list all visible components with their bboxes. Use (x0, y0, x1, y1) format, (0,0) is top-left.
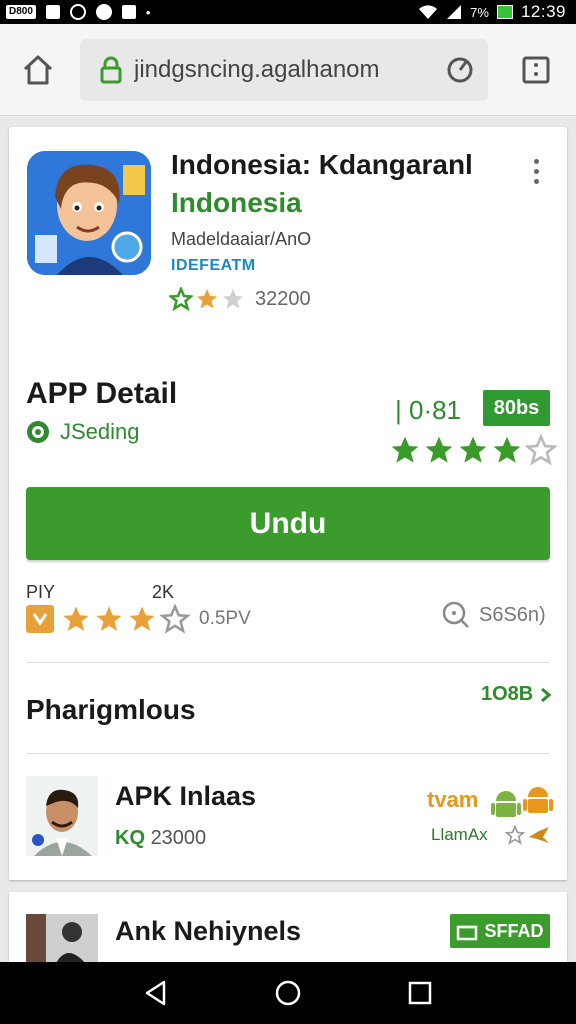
star-filled-icon (197, 289, 217, 309)
sync-icon (69, 4, 86, 20)
app-icon[interactable] (27, 151, 151, 275)
size-badge: 80bs (483, 390, 550, 426)
meta-search[interactable]: S6S6n) (441, 600, 546, 630)
star-outline-green-icon (169, 287, 193, 311)
list-item-sub-tag: LlamAx (431, 825, 488, 844)
status-badge: D800 (6, 5, 36, 19)
star-outline-icon (160, 604, 190, 634)
box-icon (457, 925, 478, 941)
detail-heading: APP Detail (26, 377, 178, 410)
image-icon (121, 5, 136, 19)
record-icon (95, 4, 112, 20)
star-outline-icon (505, 825, 525, 845)
android-icon (491, 791, 521, 817)
detail-status-text: JSeding (60, 419, 140, 444)
list-item-meta: KQ 23000 (115, 827, 206, 850)
home-icon (23, 55, 53, 84)
list-item-tag: tvam (427, 787, 479, 812)
android-orange-icon (523, 787, 553, 813)
radio-on-icon (27, 421, 49, 443)
app-rating: 32200 (169, 287, 311, 311)
wifi-icon (419, 5, 438, 19)
recents-button[interactable] (396, 969, 444, 1017)
dot-icon (533, 178, 539, 184)
list-item-badges: tvam LlamAx (421, 787, 553, 857)
system-nav-bar (0, 962, 576, 1024)
star-filled-icon (129, 606, 155, 631)
list-item-title[interactable]: Ank Nehiynels (115, 916, 301, 947)
star-filled-green-icon (391, 436, 419, 463)
divider (26, 662, 550, 663)
status-time: 12:39 (520, 2, 566, 21)
star-empty-icon (223, 289, 243, 309)
app-developer[interactable]: Madeldaaiar/AnO (171, 229, 311, 250)
detail-stars (389, 434, 557, 466)
browser-menu-button[interactable] (508, 42, 564, 98)
more-notifications-icon: • (145, 4, 151, 20)
meta-search-text: S6S6n) (479, 603, 546, 626)
back-button[interactable] (132, 969, 180, 1017)
card2-action-badge[interactable]: SFFAD (450, 914, 550, 948)
star-filled-icon (63, 606, 89, 631)
app-title: Indonesia: Kdangaranl (171, 149, 473, 180)
signal-icon (447, 5, 462, 19)
bird-icon (529, 827, 549, 843)
star-filled-green-icon (493, 436, 521, 463)
browser-toolbar: jindgsncing.agalhanom (0, 24, 576, 116)
chevron-right-icon (541, 687, 552, 702)
app-subtitle: Indonesia (171, 187, 302, 218)
app-character-icon (27, 151, 151, 275)
status-notifications: D800 • (6, 4, 150, 20)
back-triangle-icon (145, 980, 166, 1006)
detail-status: JSeding (26, 419, 140, 445)
home-button[interactable] (10, 42, 66, 98)
meta-rating-text: 0.5PV (199, 608, 251, 629)
status-system: 7% 12:39 (418, 2, 566, 22)
recents-square-icon (408, 981, 432, 1005)
reload-icon[interactable] (444, 54, 476, 86)
battery-icon (496, 5, 513, 19)
list-item-meta-key: KQ (115, 827, 145, 849)
dot-icon (533, 168, 539, 174)
meta-rating: 0.5PV (26, 604, 251, 634)
status-bar: D800 • 7% 12:39 (0, 0, 576, 24)
meta-label-left: PIY (26, 582, 56, 602)
rating-count: 32200 (255, 287, 311, 310)
detail-number: | 0·81 (395, 395, 462, 425)
meta-label-right: 2K (152, 582, 175, 602)
url-text: jindgsncing.agalhanom (134, 55, 380, 83)
download-button[interactable]: Undu (26, 487, 550, 560)
lock-icon (98, 55, 124, 85)
search-icon (442, 601, 469, 628)
card2-badge-text: SFFAD (484, 920, 544, 941)
address-bar[interactable]: jindgsncing.agalhanom (80, 38, 488, 101)
app-category[interactable]: IDEFEATM (171, 257, 256, 275)
divider (26, 753, 550, 754)
star-filled-green-icon (459, 436, 487, 463)
section-more-link[interactable]: 1O8B (481, 683, 553, 706)
star-filled-green-icon (425, 436, 453, 463)
list-item-title[interactable]: APK Inlaas (115, 781, 256, 812)
list-item-avatar[interactable] (26, 776, 98, 856)
notification-icon (45, 5, 60, 19)
dot-icon (533, 158, 539, 164)
home-nav-button[interactable] (264, 969, 312, 1017)
section-heading: Pharigmlous (26, 694, 196, 725)
section-more-text: 1O8B (481, 683, 534, 705)
app-list-card: Ank Nehiynels SFFAD (9, 892, 567, 972)
home-circle-icon (275, 980, 301, 1006)
star-filled-icon (96, 606, 122, 631)
star-outline-icon (525, 434, 557, 466)
badge-icon (26, 605, 54, 633)
battery-percent: 7% (470, 4, 489, 20)
app-detail-card: Indonesia: Kdangaranl Indonesia Madeldaa… (9, 127, 567, 880)
list-item-meta-value: 23000 (150, 827, 207, 849)
overflow-menu-button[interactable] (521, 151, 551, 191)
menu-icon (522, 56, 550, 83)
